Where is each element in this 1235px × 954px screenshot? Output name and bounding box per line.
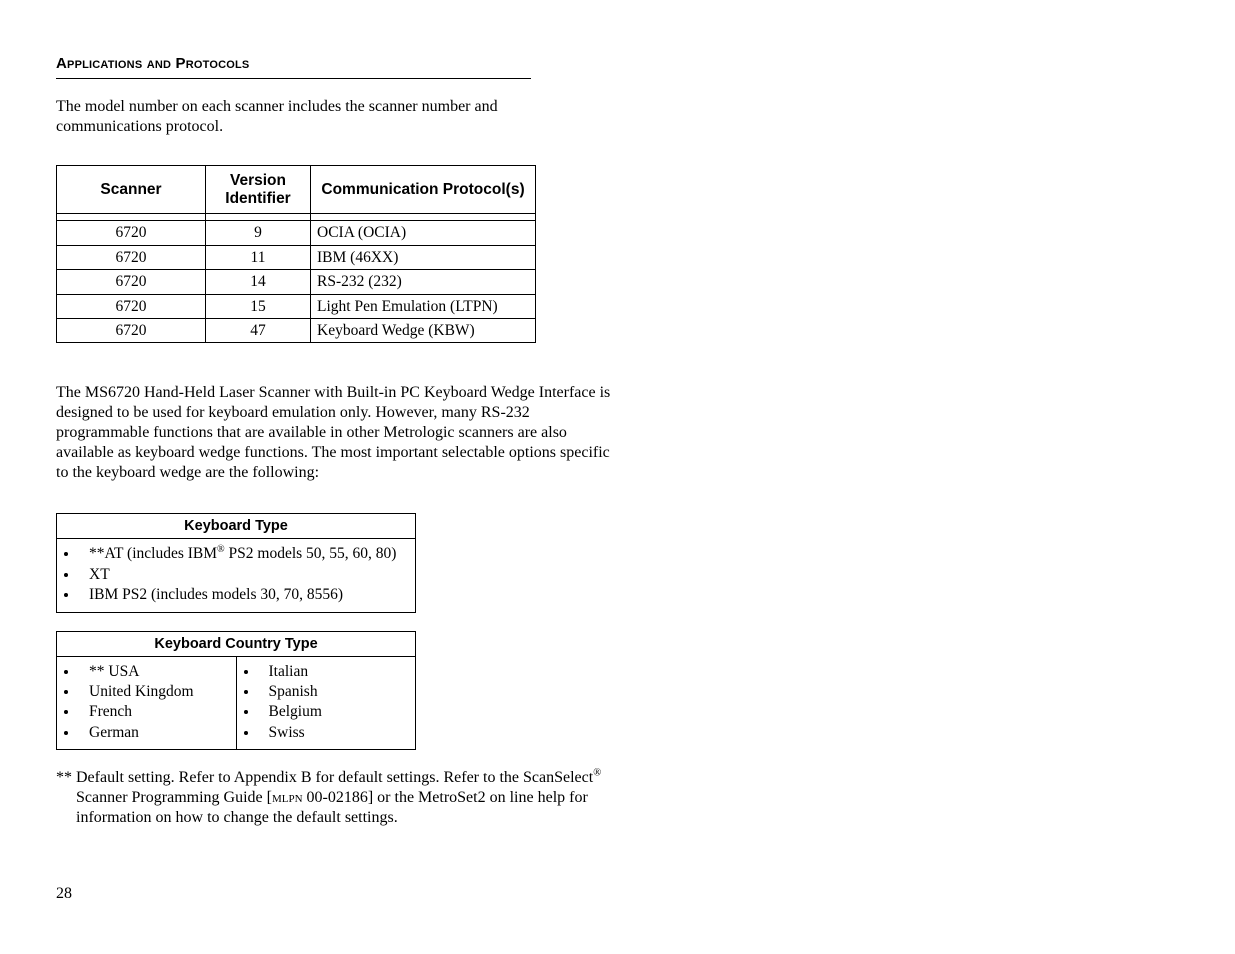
cell-version: 15 bbox=[206, 294, 311, 318]
cell-protocol: OCIA (OCIA) bbox=[311, 221, 536, 245]
footnote-mlpn: mlpn bbox=[272, 789, 303, 806]
footnote-text1: Default setting. Refer to Appendix B for… bbox=[76, 769, 593, 786]
cell-scanner: 6720 bbox=[57, 318, 206, 342]
list-item: German bbox=[79, 723, 230, 742]
table-row: 6720 14 RS-232 (232) bbox=[57, 270, 536, 294]
footnote-text2: Scanner Programming Guide [ bbox=[76, 789, 272, 806]
protocol-table: Scanner Version Identifier Communication… bbox=[56, 165, 536, 344]
body-paragraph: The MS6720 Hand-Held Laser Scanner with … bbox=[56, 383, 620, 483]
kbd-type-header: Keyboard Type bbox=[57, 514, 416, 539]
list-item: French bbox=[79, 702, 230, 721]
cell-scanner: 6720 bbox=[57, 270, 206, 294]
th-version: Version Identifier bbox=[206, 165, 311, 214]
cell-protocol: RS-232 (232) bbox=[311, 270, 536, 294]
list-item: IBM PS2 (includes models 30, 70, 8556) bbox=[79, 585, 409, 604]
th-protocol: Communication Protocol(s) bbox=[311, 165, 536, 214]
cell-scanner: 6720 bbox=[57, 294, 206, 318]
cell-version: 14 bbox=[206, 270, 311, 294]
section-heading: Applications and Protocols bbox=[56, 55, 531, 79]
cell-protocol: IBM (46XX) bbox=[311, 245, 536, 269]
kbd-at-suffix: PS2 models 50, 55, 60, 80) bbox=[225, 545, 397, 562]
cell-version: 11 bbox=[206, 245, 311, 269]
table-row: 6720 9 OCIA (OCIA) bbox=[57, 221, 536, 245]
list-item: **AT (includes IBM® PS2 models 50, 55, 6… bbox=[79, 544, 409, 563]
th-scanner: Scanner bbox=[57, 165, 206, 214]
table-row: 6720 47 Keyboard Wedge (KBW) bbox=[57, 318, 536, 342]
cell-version: 9 bbox=[206, 221, 311, 245]
list-item: Belgium bbox=[259, 702, 410, 721]
keyboard-type-table: Keyboard Type **AT (includes IBM® PS2 mo… bbox=[56, 513, 416, 612]
table-row: 6720 11 IBM (46XX) bbox=[57, 245, 536, 269]
page-number: 28 bbox=[56, 884, 72, 904]
intro-paragraph: The model number on each scanner include… bbox=[56, 97, 596, 137]
list-item: Swiss bbox=[259, 723, 410, 742]
cell-protocol: Light Pen Emulation (LTPN) bbox=[311, 294, 536, 318]
kbd-at-prefix: **AT (includes IBM bbox=[89, 545, 217, 562]
cell-scanner: 6720 bbox=[57, 245, 206, 269]
footnote-marker: ** bbox=[56, 769, 76, 786]
list-item: XT bbox=[79, 565, 409, 584]
list-item: United Kingdom bbox=[79, 682, 230, 701]
list-item: ** USA bbox=[79, 662, 230, 681]
list-item: Spanish bbox=[259, 682, 410, 701]
footnote: ** Default setting. Refer to Appendix B … bbox=[56, 768, 656, 828]
keyboard-country-table: Keyboard Country Type ** USA United King… bbox=[56, 631, 416, 751]
cell-scanner: 6720 bbox=[57, 221, 206, 245]
cell-protocol: Keyboard Wedge (KBW) bbox=[311, 318, 536, 342]
cell-version: 47 bbox=[206, 318, 311, 342]
table-row: 6720 15 Light Pen Emulation (LTPN) bbox=[57, 294, 536, 318]
kbd-country-header: Keyboard Country Type bbox=[57, 631, 416, 656]
list-item: Italian bbox=[259, 662, 410, 681]
